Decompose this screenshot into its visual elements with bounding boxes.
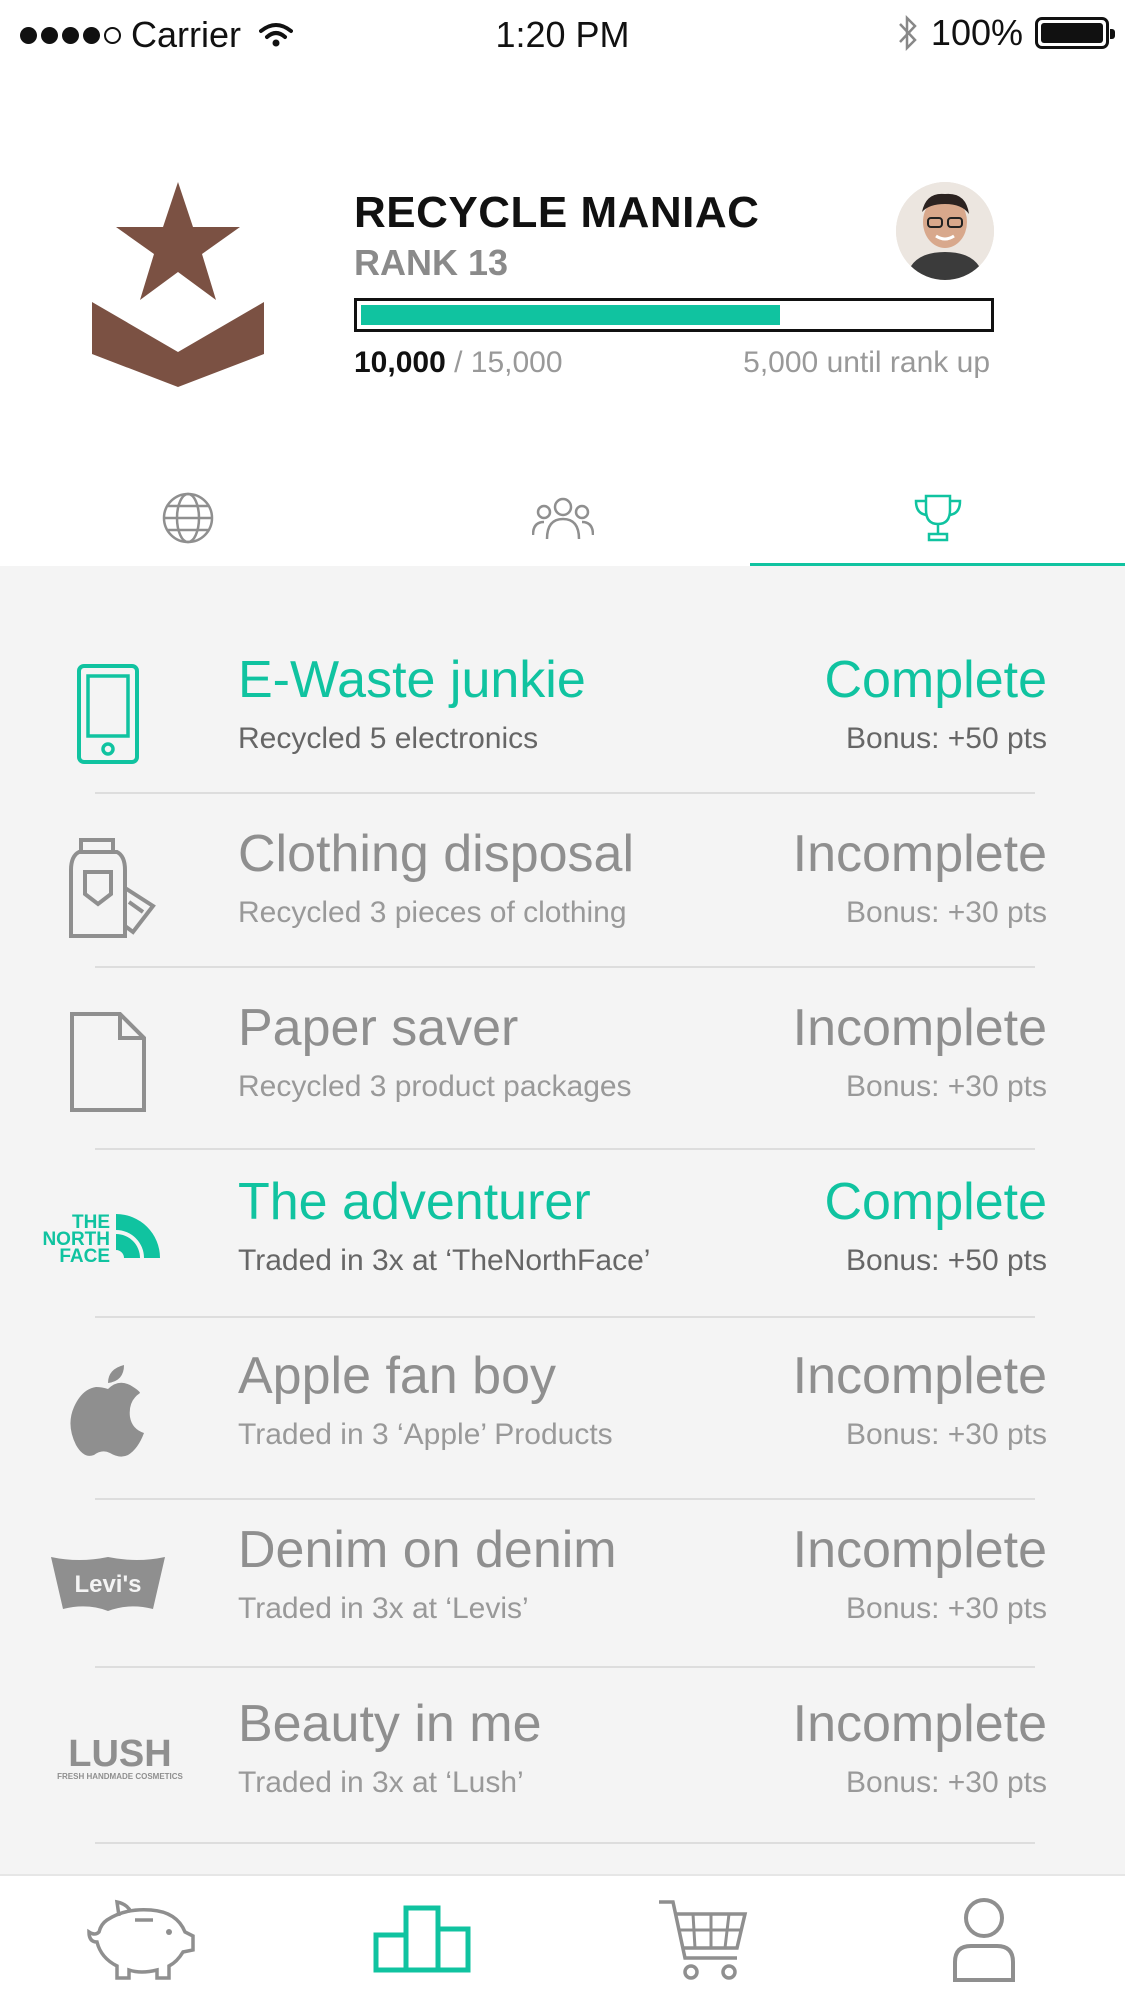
rank-number: RANK 13 [354,242,509,283]
achievement-title: Paper saver [238,999,519,1057]
phone-icon [77,664,139,764]
avatar[interactable] [896,182,994,280]
achievement-subtitle: Recycled 5 electronics [238,722,539,755]
achievement-title: E-Waste junkie [238,651,586,709]
achievement-subtitle: Traded in 3 ‘Apple’ Products [238,1418,613,1451]
achievement-status: Incomplete [792,825,1047,883]
levis-logo-text: Levi's [74,1571,141,1598]
achievement-bonus: Bonus: +30 pts [846,1766,1047,1799]
achievement-bonus: Bonus: +30 pts [846,1418,1047,1451]
achievement-status: Incomplete [792,1521,1047,1579]
points-progress: 10,000 / 15,000 [354,346,563,380]
divider [95,1842,1035,1844]
leaderboard-icon [373,1905,471,1972]
apple-logo [70,1365,144,1457]
rank-title: RECYCLE MANIAC [354,188,760,237]
divider [95,1666,1035,1668]
achievement-subtitle: Recycled 3 product packages [238,1070,632,1103]
cart-icon [659,1899,748,1980]
list-item[interactable]: E-Waste junkie Recycled 5 electronics Co… [0,628,1125,800]
status-bar: Carrier 1:20 PM 100% [0,0,1125,70]
bluetooth-icon [899,14,917,52]
list-item[interactable]: Levi's Denim on denim Traded in 3x at ‘L… [0,1498,1125,1670]
list-item[interactable]: Clothing disposal Recycled 3 pieces of c… [0,802,1125,974]
divider [95,1316,1035,1318]
nav-savings[interactable] [0,1876,281,2001]
achievement-bonus: Bonus: +30 pts [846,896,1047,929]
achievement-subtitle: Traded in 3x at ‘TheNorthFace’ [238,1244,651,1277]
globe-icon [162,492,213,544]
lush-logo-tagline: FRESH HANDMADE COSMETICS [57,1772,183,1781]
achievement-status: Incomplete [792,999,1047,1057]
achievement-tabs [0,470,1125,566]
achievement-bonus: Bonus: +50 pts [846,722,1047,755]
rank-badge-icon [92,182,264,387]
nav-profile[interactable] [844,1876,1125,2001]
list-item[interactable]: Apple fan boy Traded in 3 ‘Apple’ Produc… [0,1324,1125,1496]
achievement-title: Apple fan boy [238,1347,557,1405]
achievement-bonus: Bonus: +50 pts [846,1244,1047,1277]
profile-header: RECYCLE MANIAC RANK 13 10,000 / 15,000 5… [0,70,1125,445]
points-until-rank-up: 5,000 until rank up [743,346,990,379]
battery-info: 100% [897,12,1115,54]
achievement-title: The adventurer [238,1173,591,1231]
avatar-image [896,182,994,280]
battery-icon [1035,17,1115,49]
achievement-status: Complete [824,1173,1047,1231]
piggy-bank-icon [86,1899,195,1980]
nav-cart[interactable] [563,1876,844,2001]
achievement-status: Incomplete [792,1347,1047,1405]
paper-icon [70,1012,146,1112]
achievement-subtitle: Traded in 3x at ‘Lush’ [238,1766,524,1799]
badge-star [116,182,240,300]
friends-icon [531,497,594,540]
nav-leaderboard[interactable] [281,1876,562,2001]
trophy-icon [914,494,961,542]
list-item[interactable]: THE NORTH FACE The adventurer Traded in … [0,1150,1125,1322]
northface-logo: THE NORTH FACE [42,1212,160,1266]
list-item[interactable]: Paper saver Recycled 3 product packages … [0,976,1125,1148]
achievement-title: Clothing disposal [238,825,635,883]
tab-achievements[interactable] [750,470,1125,566]
clothing-icon [69,838,156,938]
achievement-bonus: Bonus: +30 pts [846,1070,1047,1103]
badge-chevron [92,302,264,387]
achievement-title: Beauty in me [238,1695,542,1753]
divider [95,966,1035,968]
achievement-status: Complete [824,651,1047,709]
points-total: / 15,000 [454,346,563,379]
achievement-bonus: Bonus: +30 pts [846,1592,1047,1625]
lush-logo-text: LUSH [68,1733,171,1775]
achievement-title: Denim on denim [238,1521,617,1579]
bottom-nav [0,1874,1125,2001]
list-item[interactable]: LUSH FRESH HANDMADE COSMETICS Beauty in … [0,1672,1125,1844]
achievement-list: E-Waste junkie Recycled 5 electronics Co… [0,566,1125,1876]
levis-logo: Levi's [51,1557,165,1611]
achievement-subtitle: Recycled 3 pieces of clothing [238,896,627,929]
northface-logo-text-3: FACE [59,1246,110,1266]
points-current: 10,000 [354,346,446,379]
user-icon [953,1897,1016,1982]
divider [95,792,1035,794]
tab-global[interactable] [0,470,375,566]
achievement-subtitle: Traded in 3x at ‘Levis’ [238,1592,529,1625]
tab-friends[interactable] [375,470,750,566]
achievement-status: Incomplete [792,1695,1047,1753]
lush-logo: LUSH FRESH HANDMADE COSMETICS [57,1733,183,1781]
rank-progress-fill [361,305,781,325]
battery-percent: 100% [930,12,1023,53]
rank-progress-bar [354,298,994,332]
